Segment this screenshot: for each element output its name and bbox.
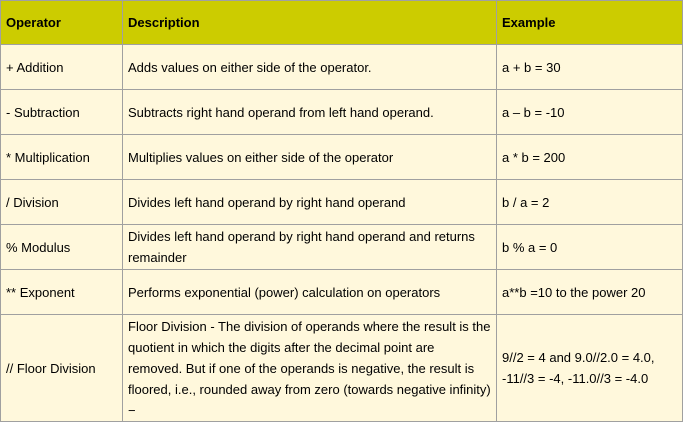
example-cell: 9//2 = 4 and 9.0//2.0 = 4.0, -11//3 = -4… [496,314,683,422]
operator-cell: - Subtraction [0,89,123,135]
operator-cell: // Floor Division [0,314,123,422]
description-cell: Divides left hand operand by right hand … [122,179,497,225]
table-row: * Multiplication Multiplies values on ei… [0,134,683,180]
example-cell: b % a = 0 [496,224,683,270]
header-description: Description [122,0,497,45]
header-operator: Operator [0,0,123,45]
table-row: / Division Divides left hand operand by … [0,179,683,225]
operator-cell: % Modulus [0,224,123,270]
description-cell: Subtracts right hand operand from left h… [122,89,497,135]
table-row: // Floor Division Floor Division - The d… [0,314,683,422]
table-row: % Modulus Divides left hand operand by r… [0,224,683,270]
example-cell: a**b =10 to the power 20 [496,269,683,315]
example-cell: a * b = 200 [496,134,683,180]
operator-cell: + Addition [0,44,123,90]
example-cell: b / a = 2 [496,179,683,225]
table-row: ** Exponent Performs exponential (power)… [0,269,683,315]
description-cell: Multiplies values on either side of the … [122,134,497,180]
operator-cell: * Multiplication [0,134,123,180]
description-cell: Performs exponential (power) calculation… [122,269,497,315]
operator-cell: / Division [0,179,123,225]
description-cell: Divides left hand operand by right hand … [122,224,497,270]
description-cell: Adds values on either side of the operat… [122,44,497,90]
table-row: + Addition Adds values on either side of… [0,44,683,90]
example-cell: a – b = -10 [496,89,683,135]
header-example: Example [496,0,683,45]
table-row: - Subtraction Subtracts right hand opera… [0,89,683,135]
operators-table: Operator Description Example + Addition … [0,0,683,422]
description-cell: Floor Division - The division of operand… [122,314,497,422]
example-cell: a + b = 30 [496,44,683,90]
header-row: Operator Description Example [0,0,683,45]
operator-cell: ** Exponent [0,269,123,315]
